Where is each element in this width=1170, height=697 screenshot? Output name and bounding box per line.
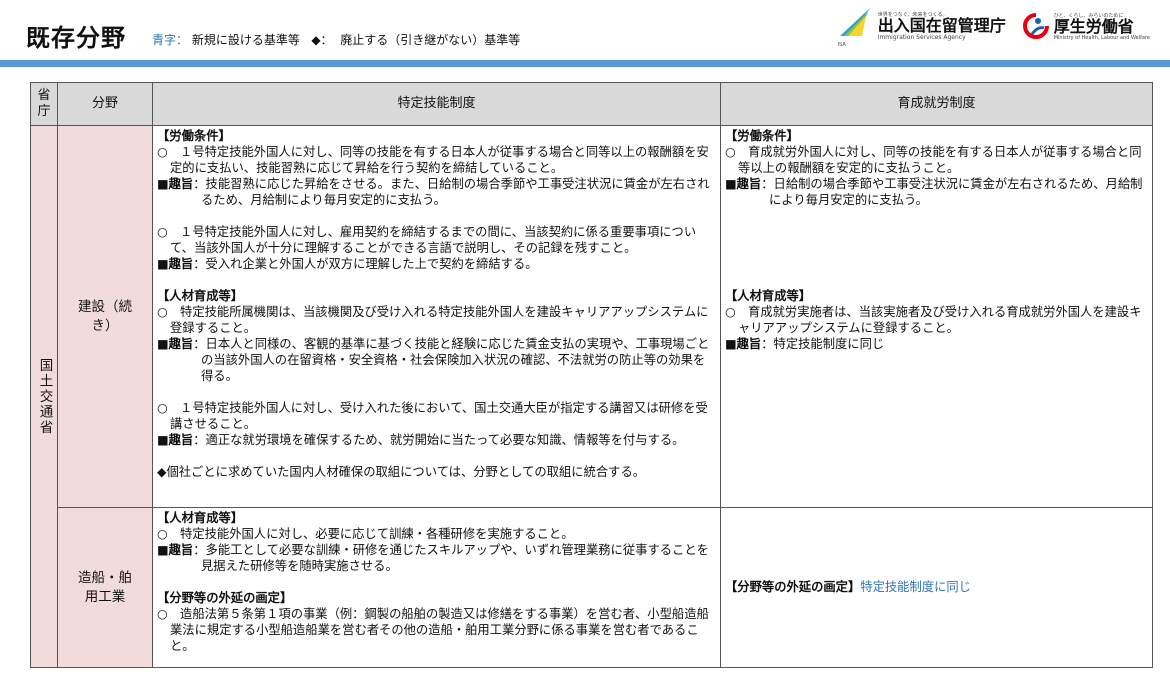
table-header-row: 省庁 分野 特定技能制度 育成就労制度 [30,82,1153,126]
header-ministry: 省庁 [30,82,58,126]
purpose-text: ：技能習熟に応じた昇給をさせる。また、日給制の場合季節や工事受注状況に賃金が左右… [193,177,710,207]
purpose-text: ：日給制の場合季節や工事受注状況に賃金が左右されるため、月給制により毎月安定的に… [761,177,1143,207]
purpose-note: ■趣旨：受入れ企業と外国人が双方に理解した上で契約を締結する。 [157,256,716,272]
purpose-note: ■趣旨：特定技能制度に同じ [725,336,1148,352]
legend-diamond-label: ◆： [311,33,333,47]
purpose-text: ：多能工として必要な訓練・研修を通じたスキルアップや、いずれ管理業務に従事するこ… [193,543,709,573]
tokutei-cell: 【人材育成等】 ○ 特定技能外国人に対し、必要に応じて訓練・各種研修を実施すること… [152,507,721,668]
new-standard-text: 特定技能制度に同じ [860,579,971,594]
legend-diamond-text: 廃止する（引き継がない）基準等 [340,33,521,47]
logos: ISA 世界をつなぐ、未来をつくる。 出入国在留管理庁 Immigration … [838,6,1150,48]
criterion-item: ○ 育成就労実施者は、当該実施者及び受け入れる育成就労外国人を建設キャリアアップ… [725,305,1142,335]
field-cell: 造船・舶用工業 [57,507,153,668]
purpose-label: ■趣旨 [157,337,194,351]
table-row: 造船・舶用工業 【人材育成等】 ○ 特定技能外国人に対し、必要に応じて訓練・各種研… [31,507,1153,668]
header-tokutei: 特定技能制度 [152,82,721,126]
purpose-note: ■趣旨：技能習熟に応じた昇給をさせる。また、日給制の場合季節や工事受注状況に賃金… [157,176,716,208]
legend: 青字： 新規に設ける基準等 ◆： 廃止する（引き継がない）基準等 [152,31,520,48]
purpose-note: ■趣旨：日給制の場合季節や工事受注状況に賃金が左右されるため、月給制により毎月安… [725,176,1148,208]
purpose-label: ■趣旨 [157,433,194,447]
purpose-text: ：適正な就労環境を確保するため、就労開始に当たって必要な知識、情報等を付与する。 [193,433,685,447]
page-title: 既存分野 [26,24,126,52]
legend-blue-label: 青字： [152,33,189,47]
purpose-note: ■趣旨：日本人と同様の、客観的基準に基づく技能と経験に応じた賃金支払の実現や、工… [157,336,716,384]
criterion-item: ○ 特定技能所属機関は、当該機関及び受け入れる特定技能外国人を建設キャリアアップ… [157,305,709,335]
ikusei-cell: 【分野等の外延の画定】特定技能制度に同じ [720,507,1153,668]
purpose-text: ：受入れ企業と外国人が双方に理解した上で契約を締結する。 [193,257,538,271]
isa-logo: ISA 世界をつなぐ、未来をつくる。 出入国在留管理庁 Immigration … [838,6,1006,48]
abolished-item: ◆個社ごとに求めていた国内人材確保の取組については、分野としての取組に統合する。 [157,465,646,479]
purpose-note: ■趣旨：多能工として必要な訓練・研修を通じたスキルアップや、いずれ管理業務に従事… [157,542,716,574]
section-heading: 【分野等の外延の画定】 [725,579,861,594]
isa-mark-icon: ISA [838,6,874,48]
legend-blue-text: 新規に設ける基準等 [191,33,300,47]
criterion-item: ○ 育成就労外国人に対し、同等の技能を有する日本人が従事する場合と同等以上の報酬… [725,145,1142,175]
purpose-label: ■趣旨 [725,177,762,191]
purpose-label: ■趣旨 [157,543,194,557]
tokutei-cell: 【労働条件】 ○ １号特定技能外国人に対し、同等の技能を有する日本人が従事する場合… [152,125,721,508]
section-heading: 【人材育成等】 [157,289,244,303]
criterion-item: ○ 特定技能外国人に対し、必要に応じて訓練・各種研修を実施すること。 [157,527,574,541]
purpose-label: ■趣旨 [157,177,194,191]
header-field: 分野 [57,82,153,126]
header-divider-bar [0,60,1170,67]
mhlw-mark-icon [1022,13,1049,39]
ikusei-cell: 【労働条件】 ○ 育成就労外国人に対し、同等の技能を有する日本人が従事する場合と同… [720,125,1153,508]
purpose-text: ：特定技能制度に同じ [761,337,885,351]
field-cell: 建設（続き） [57,125,153,508]
purpose-text: ：日本人と同様の、客観的基準に基づく技能と経験に応じた賃金支払の実現や、工事現場… [193,337,710,383]
section-heading: 【労働条件】 [157,129,231,143]
criterion-item: ○ １号特定技能外国人に対し、受け入れた後において、国土交通大臣が指定する講習又… [157,401,708,431]
criterion-item: ○ 造船法第５条第１項の事業（例：鋼製の船舶の製造又は修繕をする事業）を営む者、… [157,607,709,653]
table-row: 国土交通省 建設（続き） 【労働条件】 ○ １号特定技能外国人に対し、同等の技能を… [30,125,1153,668]
mhlw-logo: ひと、くらし、みらいのために 厚生労働省 Ministry of Health,… [1022,12,1150,41]
purpose-label: ■趣旨 [157,257,194,271]
purpose-label: ■趣旨 [725,337,762,351]
purpose-note: ■趣旨：適正な就労環境を確保するため、就労開始に当たって必要な知識、情報等を付与… [157,432,716,448]
header-ikusei: 育成就労制度 [720,82,1153,126]
standards-table: 省庁 分野 特定技能制度 育成就労制度 国土交通省 建設（続き） 【労働条件】 ○… [30,82,1153,668]
ministry-cell: 国土交通省 [30,125,58,668]
section-heading: 【分野等の外延の画定】 [157,591,293,605]
criterion-item: ○ １号特定技能外国人に対し、同等の技能を有する日本人が従事する場合と同等以上の… [157,145,709,175]
section-heading: 【人材育成等】 [725,289,812,303]
criterion-item: ○ １号特定技能外国人に対し、雇用契約を締結するまでの間に、当該契約に係る重要事… [157,225,697,255]
section-heading: 【人材育成等】 [157,511,244,525]
section-heading: 【労働条件】 [725,129,799,143]
